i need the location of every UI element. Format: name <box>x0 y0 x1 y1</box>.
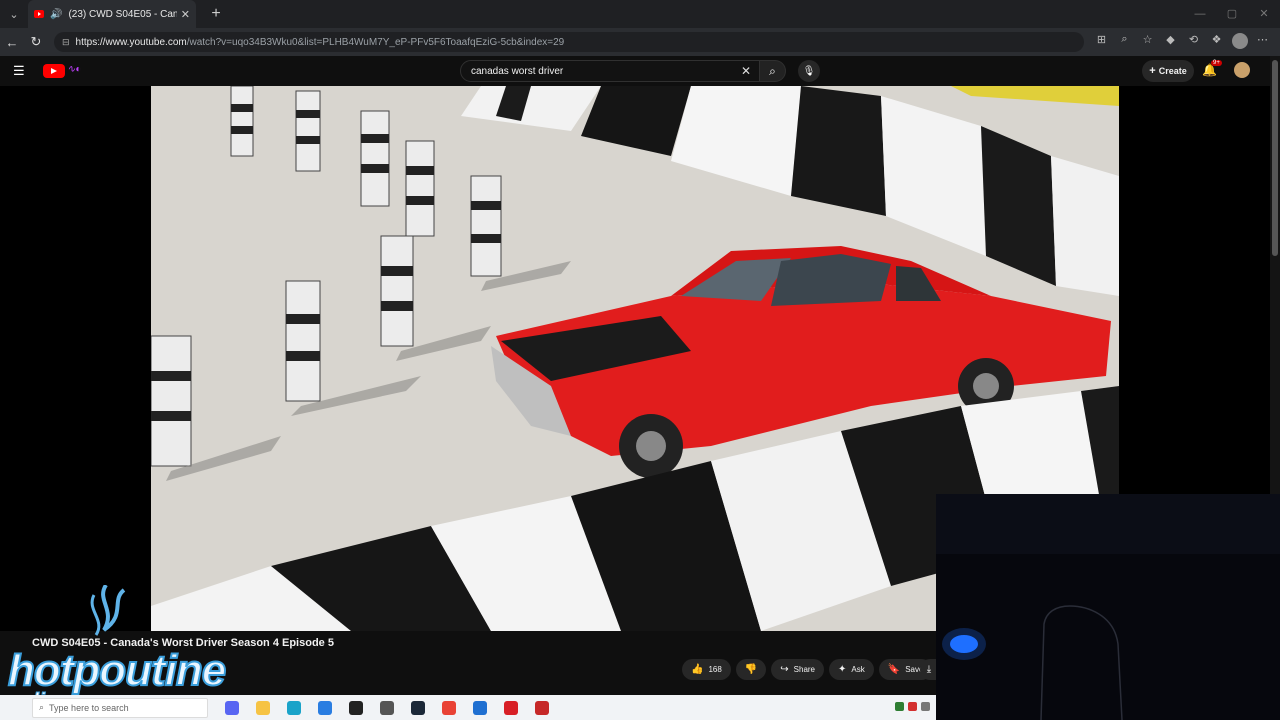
youtube-logo-icon[interactable] <box>43 64 65 78</box>
search-icon: ⌕ <box>769 63 776 78</box>
tray-red-icon[interactable] <box>908 702 917 711</box>
window-controls: — ▢ ✕ <box>1184 0 1280 28</box>
ask-button[interactable]: ✦ Ask <box>829 659 874 680</box>
microphone-icon: 🎙 <box>802 65 816 77</box>
favorite-star-icon[interactable]: ☆ <box>1136 33 1159 52</box>
close-window-button[interactable]: ✕ <box>1248 0 1280 28</box>
chrome-icon[interactable] <box>433 695 464 720</box>
steam-icon-glyph <box>410 700 425 715</box>
dislike-button[interactable]: 👎 <box>735 659 767 680</box>
url-path: /watch?v=uqo34B3Wku0&list=PLHB4WuM7Y_eP-… <box>186 36 565 48</box>
collections-icon[interactable]: ❖ <box>1205 33 1228 52</box>
system-tray <box>895 702 930 711</box>
like-button[interactable]: 👍 168 <box>682 659 731 680</box>
video-actions: 👍 168 👎 ↪ Share ✦ Ask 🔖 Save <box>682 659 933 680</box>
clear-search-icon[interactable]: ✕ <box>741 64 751 78</box>
like-count: 168 <box>708 665 722 674</box>
search-icon: ⌕ <box>39 702 45 712</box>
taskbar-search-field[interactable]: ⌕ Type here to search <box>32 697 208 718</box>
webcam-feed <box>936 494 1280 720</box>
edge-icon[interactable] <box>278 695 309 720</box>
create-label: Create <box>1158 66 1187 76</box>
settings-icon[interactable] <box>371 695 402 720</box>
site-info-icon[interactable]: ⊟ <box>62 37 70 48</box>
edge-dev-icon[interactable] <box>464 695 495 720</box>
windows-taskbar: ⌕ Type here to search <box>0 695 936 720</box>
tray-green-icon[interactable] <box>895 702 904 711</box>
file-explorer-icon[interactable] <box>247 695 278 720</box>
edge-beta-icon-glyph <box>317 700 332 715</box>
youtube-doodle-icon[interactable]: ∿◐ <box>67 64 97 78</box>
edge-icon-glyph <box>286 700 301 715</box>
account-avatar[interactable] <box>1234 62 1250 78</box>
youtube-masthead: ☰ ∿◐ canadas worst driver ✕ ⌕ 🎙 + Create… <box>0 56 1280 86</box>
search-query: canadas worst driver <box>471 65 564 77</box>
thumbs-up-icon: 👍 <box>691 664 704 675</box>
discord-icon-glyph <box>224 700 239 715</box>
tray-gray-icon[interactable] <box>921 702 930 711</box>
maximize-button[interactable]: ▢ <box>1216 0 1248 28</box>
app-available-icon[interactable]: ⊞ <box>1090 33 1113 52</box>
screen: ⌄ 🔊 (23) CWD S04E05 - Canada's W ✕ + — ▢… <box>0 0 1280 720</box>
share-label: Share <box>793 665 816 674</box>
file-explorer-icon-glyph <box>255 700 270 715</box>
red-app-icon[interactable] <box>495 695 526 720</box>
taskbar-search-placeholder: Type here to search <box>49 702 129 713</box>
search-input[interactable]: canadas worst driver ✕ <box>460 60 760 82</box>
active-tab[interactable]: 🔊 (23) CWD S04E05 - Canada's W ✕ <box>28 0 196 28</box>
notification-count-badge: 9+ <box>1211 60 1222 66</box>
steam-icon[interactable] <box>402 695 433 720</box>
tab-search-chevron-icon[interactable]: ⌄ <box>0 0 28 28</box>
bookmark-icon: 🔖 <box>887 664 901 675</box>
address-bar-actions: ⊞ ⌕ ☆ ◆ ⟲ ❖ ⋯ <box>1090 32 1274 52</box>
tab-title: (23) CWD S04E05 - Canada's W <box>68 8 177 20</box>
red-app-icon-glyph <box>503 700 518 715</box>
extension-icon[interactable]: ◆ <box>1159 33 1182 52</box>
zoom-icon[interactable]: ⌕ <box>1113 33 1136 52</box>
url-field[interactable]: ⊟ https://www.youtube.com /watch?v=uqo34… <box>54 32 1084 52</box>
browser-tab-strip: ⌄ 🔊 (23) CWD S04E05 - Canada's W ✕ + — ▢… <box>0 0 1280 28</box>
voice-search-button[interactable]: 🎙 <box>798 60 820 82</box>
create-button[interactable]: + Create <box>1142 60 1194 82</box>
new-tab-button[interactable]: + <box>202 5 230 23</box>
url-host: https://www.youtube.com <box>75 36 187 48</box>
share-icon: ↪ <box>780 664 789 675</box>
thumbs-down-icon: 👎 <box>744 664 758 675</box>
address-bar-row: ← ↻ ⊟ https://www.youtube.com /watch?v=u… <box>0 28 1280 56</box>
youtube-favicon-icon <box>34 10 44 18</box>
taskbar-apps <box>216 695 557 720</box>
tab-close-icon[interactable]: ✕ <box>181 8 190 21</box>
audio-playing-icon[interactable]: 🔊 <box>50 9 62 20</box>
discord-icon[interactable] <box>216 695 247 720</box>
red-black-app-icon[interactable] <box>526 695 557 720</box>
webcam-overlay <box>936 494 1280 720</box>
red-black-app-icon-glyph <box>534 700 549 715</box>
guide-menu-icon[interactable]: ☰ <box>13 63 35 79</box>
back-arrow-icon[interactable]: ← <box>0 35 24 50</box>
more-menu-icon[interactable]: ⋯ <box>1251 33 1274 52</box>
download-icon: ⤓ <box>926 664 932 675</box>
media-app-icon[interactable] <box>340 695 371 720</box>
plus-icon: + <box>1149 65 1156 77</box>
minimize-button[interactable]: — <box>1184 0 1216 28</box>
share-button[interactable]: ↪ Share <box>771 659 825 680</box>
extensions-puzzle-icon[interactable]: ⟲ <box>1182 33 1205 52</box>
ask-label: Ask <box>851 665 865 674</box>
settings-icon-glyph <box>379 700 394 715</box>
search-button[interactable]: ⌕ <box>760 60 786 82</box>
edge-dev-icon-glyph <box>472 700 487 715</box>
browser-profile-avatar[interactable] <box>1228 32 1251 52</box>
reload-icon[interactable]: ↻ <box>24 34 48 50</box>
page-scrollbar-thumb[interactable] <box>1272 60 1278 256</box>
edge-beta-icon[interactable] <box>309 695 340 720</box>
sparkle-icon: ✦ <box>838 664 847 675</box>
media-app-icon-glyph <box>348 700 363 715</box>
chrome-icon-glyph <box>441 700 456 715</box>
